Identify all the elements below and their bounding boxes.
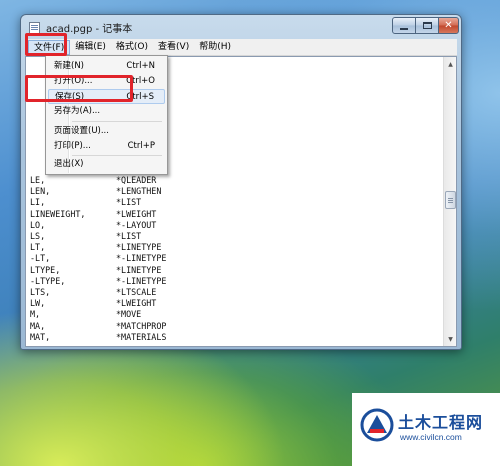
command-name: *LWEIGHT [116,298,157,309]
command-name: *MATCHPROP [116,320,167,331]
watermark-url: www.civilcn.com [400,432,462,442]
close-icon: ✕ [444,20,453,31]
command-alias: LE, [30,175,46,185]
editor-line: LI, *LIST [30,197,166,208]
command-name: *QLEADER [116,175,157,185]
site-watermark: 土木工程网 www.civilcn.com [352,393,500,466]
scroll-up-arrow-icon[interactable]: ▲ [445,58,456,70]
editor-line: LTS, *LTSCALE [30,287,166,298]
title-bar[interactable]: acad.pgp - 记事本 ✕ [21,15,461,39]
command-name: *MOVE [116,309,142,320]
editor-line: -LTYPE, *-LINETYPE [30,276,166,287]
vertical-scrollbar[interactable]: ▲ ▼ [443,57,456,346]
highlight-save-item [25,75,133,102]
command-alias: LW, [30,298,46,309]
menu-edit[interactable]: 编辑(E) [70,40,111,55]
scroll-thumb[interactable] [445,191,456,209]
editor-line: MA, *MATCHPROP [30,321,166,332]
command-alias: MAT, [30,331,51,342]
command-alias: M, [30,309,41,320]
command-name: *LINETYPE [116,242,162,253]
command-alias: LTS, [30,287,51,298]
command-alias: -LT, [30,253,51,264]
minimize-button[interactable] [392,17,416,34]
editor-line: LINEWEIGHT, *LWEIGHT [30,209,166,220]
command-name: *LINETYPE [116,264,162,275]
maximize-icon [422,22,432,29]
command-name: *LTSCALE [116,287,157,298]
menu-item-save-as[interactable]: 另存为(A)... [48,104,165,119]
editor-line: LTYPE, *LINETYPE [30,265,166,276]
highlight-file-menu [25,33,67,56]
command-alias: MA, [30,320,46,331]
command-name: *-LAYOUT [116,219,157,230]
command-name: *MATERIALS [116,331,167,342]
file-dropdown-menu: 新建(N) Ctrl+N 打开(O)... Ctrl+O 保存(S) Ctrl+… [45,55,168,175]
command-name: *LIST [116,231,142,242]
menu-bar: 文件(F) 编辑(E) 格式(O) 查看(V) 帮助(H) [25,39,457,56]
maximize-button[interactable] [415,17,439,34]
menu-separator [72,155,162,156]
scroll-down-arrow-icon[interactable]: ▼ [445,333,456,345]
editor-line: MAT, *MATERIALS [30,332,166,343]
menu-item-page-setup[interactable]: 页面设置(U)... [48,124,165,139]
editor-line: M, *MOVE [30,309,166,320]
editor-line: LS, *LIST [30,231,166,242]
watermark-title: 土木工程网 [398,413,484,432]
editor-line: LO, *-LAYOUT [30,220,166,231]
minimize-icon [400,27,408,30]
command-name: *LIST [116,197,142,208]
menu-format[interactable]: 格式(O) [111,40,153,55]
civilcn-logo-icon [360,408,394,442]
command-name: *LENGTHEN [116,186,162,197]
editor-line: LE, *QLEADER [30,175,166,186]
close-button[interactable]: ✕ [438,17,459,34]
menu-separator [72,121,162,122]
menu-item-new[interactable]: 新建(N) Ctrl+N [48,59,165,74]
command-alias: -LTYPE, [30,275,66,286]
menu-view[interactable]: 查看(V) [153,40,194,55]
command-alias: LS, [30,231,46,242]
editor-line: LEN, *LENGTHEN [30,186,166,197]
editor-line: -LT, *-LINETYPE [30,253,166,264]
editor-line: LT, *LINETYPE [30,242,166,253]
command-alias: LTYPE, [30,264,61,275]
command-alias: LT, [30,242,46,253]
editor-line: LW, *LWEIGHT [30,298,166,309]
command-name: *-LINETYPE [116,275,167,286]
command-alias: LI, [30,197,46,208]
command-alias: LEN, [30,186,51,197]
menu-item-exit[interactable]: 退出(X) [48,157,165,172]
editor-text[interactable]: LE, *QLEADER LEN, *LENGTHEN LI, *LIST LINEWEIG… [30,175,166,343]
command-name: *LWEIGHT [116,208,157,219]
menu-item-print[interactable]: 打印(P)... Ctrl+P [48,139,165,154]
command-alias: LINEWEIGHT, [30,208,86,219]
command-alias: LO, [30,219,46,230]
command-name: *-LINETYPE [116,253,167,264]
menu-help[interactable]: 帮助(H) [194,40,236,55]
